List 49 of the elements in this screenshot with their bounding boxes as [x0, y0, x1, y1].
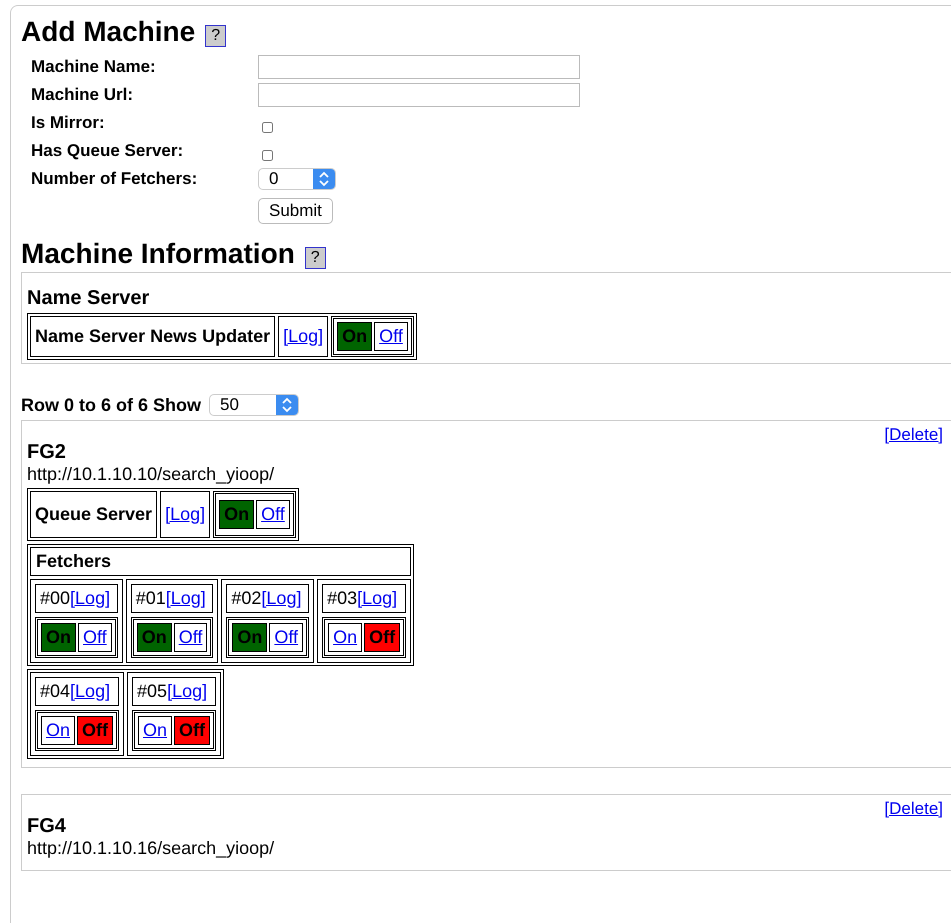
submit-button[interactable]: Submit [258, 198, 333, 224]
machine-url: http://10.1.10.16/search_yioop/ [27, 838, 276, 859]
fetcher-id: #04 [40, 681, 70, 702]
field-label: Is Mirror: [31, 113, 106, 133]
updown-arrows-icon [276, 395, 298, 415]
log-link[interactable]: [Log] [261, 588, 302, 609]
fetcher-id: #02 [231, 588, 262, 609]
field-label: Machine Url: [31, 85, 134, 105]
service-label: Queue Server [30, 491, 158, 538]
section-title: Machine Information [21, 238, 295, 270]
machine-name: FG4 [27, 815, 67, 838]
select-dropdown[interactable]: 0 [258, 168, 336, 190]
on-state: On [342, 326, 368, 346]
fetcher-id: #05 [137, 681, 168, 702]
on-state: On [237, 627, 262, 647]
input-field[interactable] [258, 83, 580, 107]
field-label: Machine Name: [31, 57, 157, 77]
off-state: Off [369, 627, 396, 647]
fetchers-heading: Fetchers [30, 547, 412, 576]
delete-link[interactable]: [Delete] [884, 799, 943, 819]
log-link[interactable]: [Log] [166, 588, 206, 609]
log-link[interactable]: [Log] [70, 588, 110, 609]
machine-url: http://10.1.10.10/search_yioop/ [27, 464, 276, 485]
log-link[interactable]: [Log] [167, 681, 208, 702]
log-link[interactable]: [Log] [70, 681, 110, 702]
input-field[interactable] [258, 55, 580, 79]
fetcher-id: #01 [136, 588, 166, 609]
fetcher-id: #00 [40, 588, 70, 609]
updown-arrows-icon [313, 169, 335, 189]
machine-name: FG2 [27, 441, 67, 464]
rows-dropdown[interactable]: 50 [209, 394, 300, 416]
section-title: Add Machine [21, 16, 196, 48]
field-label: Number of Fetchers: [31, 169, 198, 189]
on-state: On [224, 504, 250, 524]
service-label: Name Server News Updater [30, 316, 276, 357]
field-label: Has Queue Server: [31, 141, 184, 161]
on-state: On [142, 627, 167, 647]
help-button[interactable]: ? [304, 247, 326, 269]
panel-title: Name Server [27, 287, 150, 310]
delete-link[interactable]: [Delete] [884, 425, 943, 445]
help-button[interactable]: ? [205, 25, 226, 47]
on-state: On [46, 627, 71, 647]
pager-label: Row 0 to 6 of 6 Show [21, 394, 202, 416]
off-state: Off [179, 720, 206, 740]
checkbox[interactable] [262, 150, 273, 160]
log-link[interactable]: [Log] [357, 588, 398, 609]
fetcher-id: #03 [327, 588, 358, 609]
off-state: Off [82, 720, 108, 740]
checkbox[interactable] [262, 122, 273, 132]
